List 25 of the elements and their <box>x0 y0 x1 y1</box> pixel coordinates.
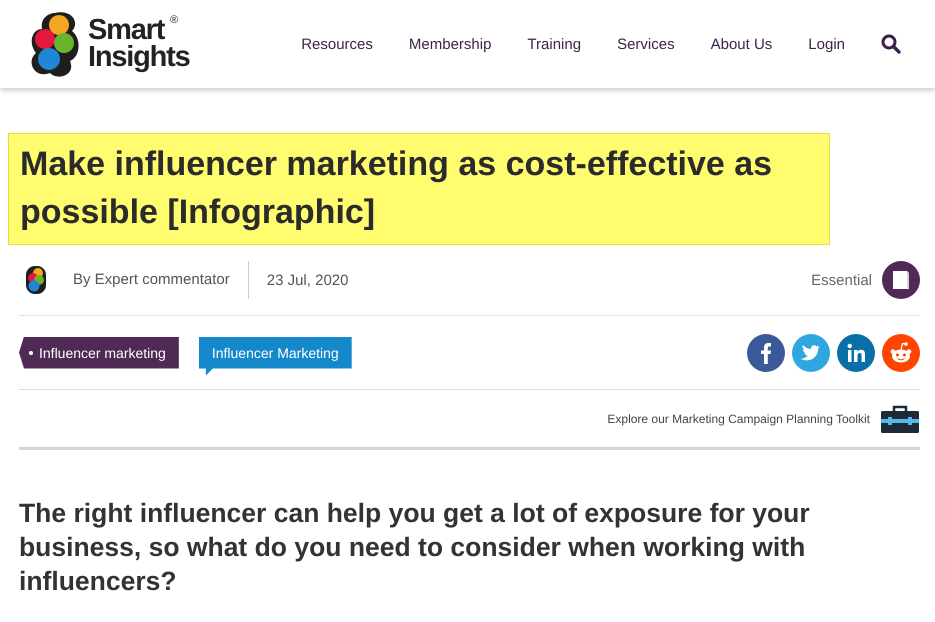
article-intro: The right influencer can help you get a lot of exposure for your business, so what do you need to consider when working with influencers? <box>19 497 811 598</box>
search-icon[interactable] <box>881 34 901 54</box>
nav-link[interactable]: Training <box>527 36 582 52</box>
topic-tag[interactable]: Influencer Marketing <box>198 336 352 376</box>
logo-wordmark: Insights <box>88 44 190 71</box>
author-name[interactable]: By Expert commentator <box>73 261 249 299</box>
content-level: Essential <box>811 272 872 288</box>
registered-mark: ® <box>170 13 178 27</box>
toolkit-link[interactable]: Explore our Marketing Campaign Planning Toolkit <box>607 412 870 426</box>
category-tag[interactable]: Influencer marketing <box>19 336 179 368</box>
nav-link[interactable]: About Us <box>710 36 772 52</box>
facebook-icon[interactable] <box>747 334 785 372</box>
publish-date: 23 Jul, 2020 <box>266 272 348 288</box>
nav-link[interactable]: Services <box>617 36 675 52</box>
twitter-icon[interactable] <box>792 334 830 372</box>
article-title: Make influencer marketing as cost-effective as possible [Infographic] <box>20 144 774 233</box>
toolbox-icon[interactable] <box>880 404 920 434</box>
nav-link[interactable]: Resources <box>301 36 373 52</box>
author-avatar-icon <box>25 265 47 295</box>
linkedin-icon[interactable] <box>837 334 875 372</box>
nav-link[interactable]: Membership <box>408 36 492 52</box>
nav-link[interactable]: Login <box>808 36 845 52</box>
logo-wordmark: Smart <box>88 17 164 44</box>
book-icon <box>882 261 920 299</box>
reddit-icon[interactable] <box>882 334 920 372</box>
